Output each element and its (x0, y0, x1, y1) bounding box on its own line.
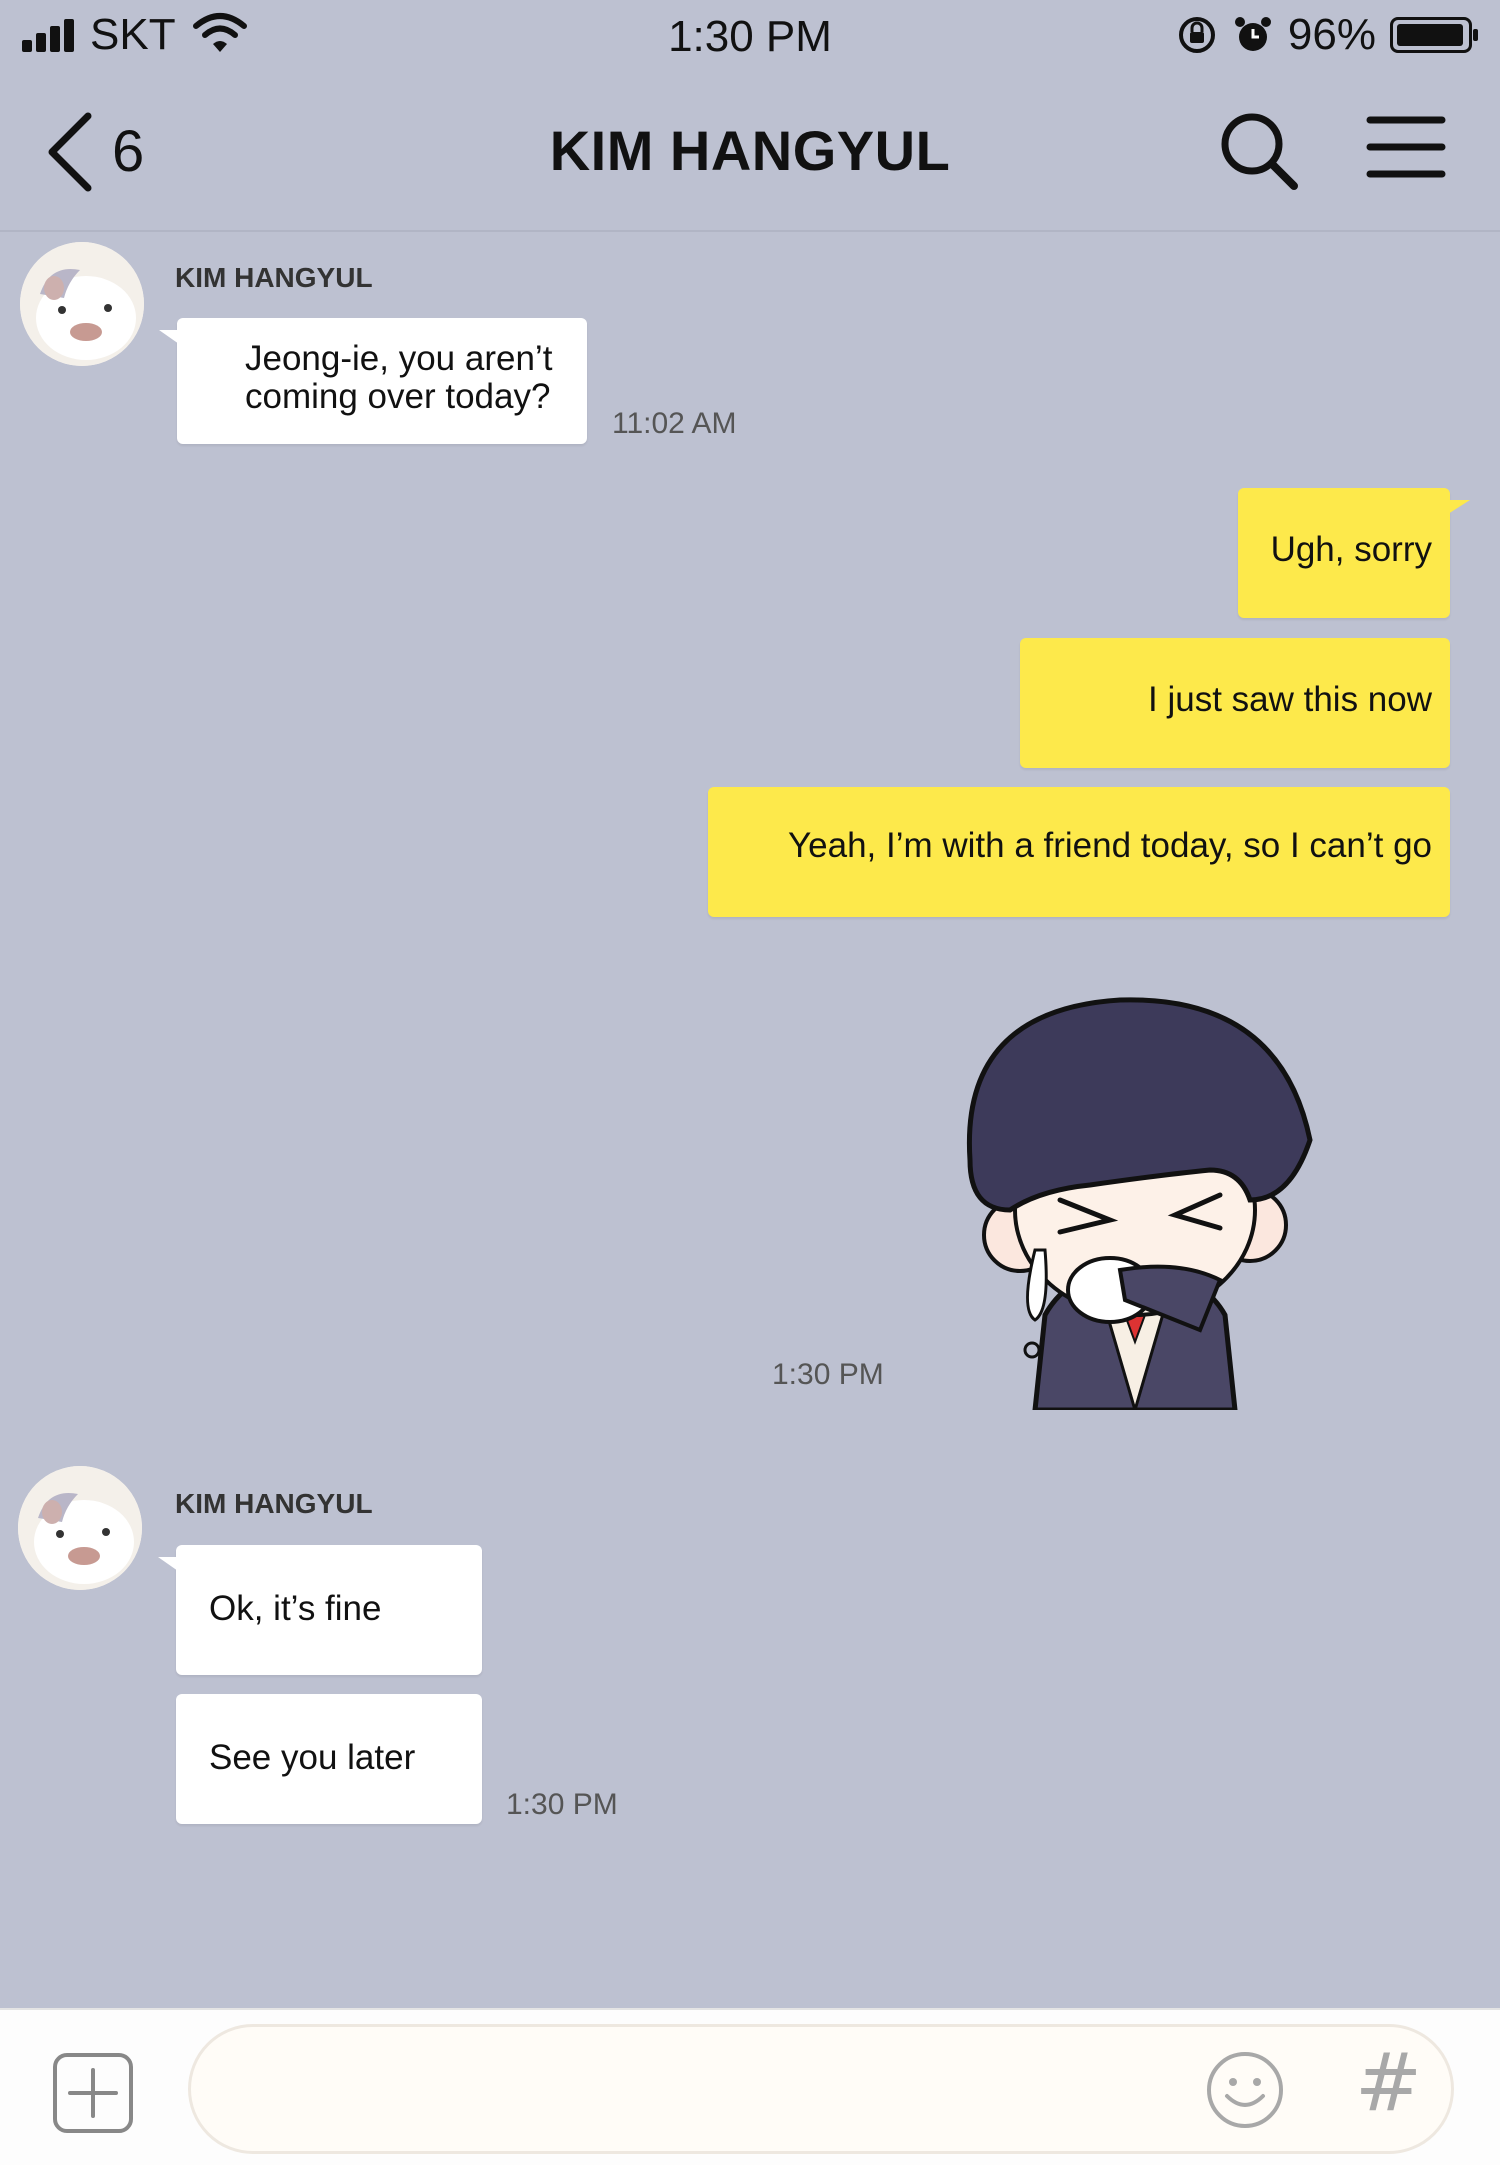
battery-icon (1390, 17, 1478, 53)
message-bubble[interactable]: Ok, it’s fine (158, 1545, 482, 1675)
message-text: See you later (209, 1738, 416, 1777)
message-bubble[interactable]: Jeong-ie, you aren’t coming over today? (159, 318, 587, 444)
message-text: coming over today? (245, 377, 551, 416)
chat-screen: SKT 1:30 PM 96% 6 KIM HANGYUL KIM HANGYU… (0, 0, 1500, 2165)
message-time: 1:30 PM (772, 1358, 884, 1391)
avatar[interactable] (20, 242, 144, 366)
orientation-lock-icon (1178, 17, 1215, 53)
menu-icon[interactable] (1366, 112, 1446, 182)
sender-name: KIM HANGYUL (175, 262, 373, 293)
hamster-avatar-icon (18, 1466, 142, 1590)
status-right-icons: 96% (1176, 10, 1478, 60)
sender-name: KIM HANGYUL (175, 1488, 373, 1519)
message-text: Jeong-ie, you aren’t (245, 339, 553, 378)
alarm-icon (1234, 17, 1271, 51)
status-bar: SKT 1:30 PM 96% (0, 0, 1500, 70)
input-bar: # (0, 2008, 1500, 2165)
plus-icon[interactable] (52, 2052, 134, 2134)
hamster-avatar-icon (20, 242, 144, 366)
my-message-bubble[interactable]: Yeah, I’m with a friend today, so I can’… (708, 787, 1450, 917)
message-time: 1:30 PM (506, 1788, 618, 1821)
message-bubble[interactable]: See you later (176, 1694, 482, 1824)
hashtag-icon[interactable]: # (1355, 2036, 1422, 2129)
search-icon[interactable] (1216, 108, 1300, 192)
message-time: 11:02 AM (612, 407, 737, 440)
my-message-bubble[interactable]: Ugh, sorry (1238, 488, 1470, 618)
message-text: Yeah, I’m with a friend today, so I can’… (788, 826, 1432, 865)
chat-header: 6 KIM HANGYUL (0, 70, 1500, 232)
message-text: Ok, it’s fine (209, 1589, 382, 1628)
message-text: I just saw this now (1148, 680, 1432, 719)
battery-percent: 96% (1287, 10, 1376, 59)
crying-boy-sticker[interactable] (950, 970, 1320, 1410)
message-text: Ugh, sorry (1270, 530, 1432, 569)
my-message-bubble[interactable]: I just saw this now (1020, 638, 1450, 768)
emoji-icon[interactable] (1205, 2050, 1285, 2130)
avatar[interactable] (18, 1466, 142, 1590)
